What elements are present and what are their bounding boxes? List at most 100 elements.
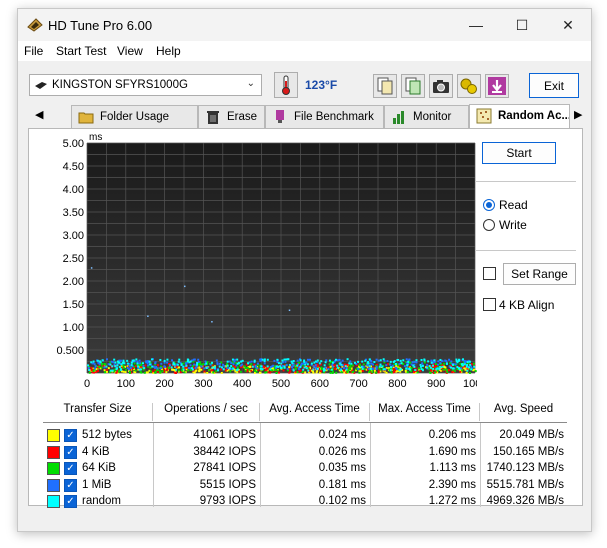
data-point [107,363,110,366]
data-point [412,364,415,367]
copy-button[interactable] [373,74,397,98]
data-point [124,371,127,374]
data-point [303,366,306,369]
tab-scroll-left-icon[interactable]: ◀ [35,108,43,121]
write-radio[interactable] [483,219,495,231]
data-point [433,371,436,374]
data-point [316,367,319,370]
data-point [113,368,116,371]
menu-help[interactable]: Help [156,44,181,58]
avg-access-time: 0.181 ms [318,478,366,491]
series-checkbox[interactable]: ✓ [64,495,77,508]
close-button[interactable]: ✕ [545,9,591,41]
data-point [231,358,234,361]
data-point [358,371,361,374]
data-point [439,361,442,364]
chevron-down-icon: ⌄ [246,78,255,89]
tab-file-benchmark[interactable]: File Benchmark [265,105,384,128]
data-point [469,371,472,374]
tab-monitor[interactable]: Monitor [384,105,469,128]
data-point [253,359,256,362]
tab-random-access[interactable]: Random Ac... [469,104,570,129]
series-color-swatch [47,445,60,459]
data-point [246,366,249,369]
data-point [211,366,214,369]
exit-button[interactable]: Exit [529,73,579,98]
data-point [200,365,203,368]
data-point [101,359,104,362]
tab-erase[interactable]: Erase [198,105,265,128]
data-point [172,361,175,364]
data-point [228,367,231,370]
data-point [244,369,247,372]
series-checkbox[interactable]: ✓ [64,445,77,459]
screenshot-button[interactable] [429,74,453,98]
data-point [232,363,235,366]
data-point [310,362,313,365]
data-point [122,370,125,373]
data-point [382,368,385,371]
align-checkbox[interactable] [483,298,496,311]
series-checkbox[interactable]: ✓ [64,429,77,442]
minimize-button[interactable]: — [453,9,499,41]
data-point [283,366,286,369]
data-point [143,367,146,370]
temperature-button[interactable] [274,72,298,98]
menu-file[interactable]: File [24,44,43,58]
data-point [218,365,221,368]
data-point [344,365,347,368]
data-point [419,365,422,368]
tab-label: File Benchmark [294,111,374,123]
x-tick-label: 600 [311,378,329,390]
data-point [394,363,397,366]
copy-icon [377,77,393,95]
data-point [377,359,380,362]
data-point [375,366,378,369]
data-point [220,371,223,374]
data-point [139,370,142,373]
tab-folder-usage[interactable]: Folder Usage [71,105,198,128]
data-point [346,358,349,361]
data-point [197,358,200,361]
copy-all-button[interactable] [401,74,425,98]
save-button[interactable] [485,74,509,98]
data-point [187,369,190,372]
read-radio[interactable] [483,199,495,211]
data-point [103,366,106,369]
set-range-button[interactable]: Set Range [503,263,576,285]
maximize-button[interactable]: ☐ [499,9,545,41]
start-button[interactable]: Start [482,142,556,164]
data-point [259,359,262,362]
data-point [163,361,166,364]
y-tick-label: 5.00 [63,138,84,150]
y-tick-label: 2.00 [63,276,84,288]
data-point [340,371,343,374]
avg-access-time: 0.102 ms [318,495,366,507]
menu-start-test[interactable]: Start Test [56,44,106,58]
series-checkbox[interactable]: ✓ [64,462,77,475]
data-point [121,361,124,364]
data-point [133,362,136,365]
max-access-time: 0.206 ms [428,429,476,441]
data-point [334,358,337,361]
data-point [331,370,334,373]
options-button[interactable] [457,74,481,98]
operations-per-sec: 38442 IOPS [193,445,256,458]
set-range-checkbox[interactable] [483,267,496,280]
data-point [215,359,218,362]
data-point [251,365,254,368]
data-point [377,371,380,374]
series-checkbox[interactable]: ✓ [64,478,77,492]
drive-select[interactable]: KINGSTON SFYRS1000G ⌄ [29,74,262,96]
data-point [228,360,231,363]
menu-view[interactable]: View [117,44,143,58]
tab-scroll-right-icon[interactable]: ▶ [574,108,582,121]
data-point [285,358,288,361]
tab-label: Monitor [413,111,452,123]
avg-speed: 20.049 MB/s [499,429,564,441]
data-point [282,369,285,372]
data-point [189,364,192,367]
tab-bar: ◀ Folder Usage Erase File Benchmark Moni… [28,104,583,129]
data-point [288,363,291,366]
menu-bar: File Start Test View Help [18,41,591,61]
